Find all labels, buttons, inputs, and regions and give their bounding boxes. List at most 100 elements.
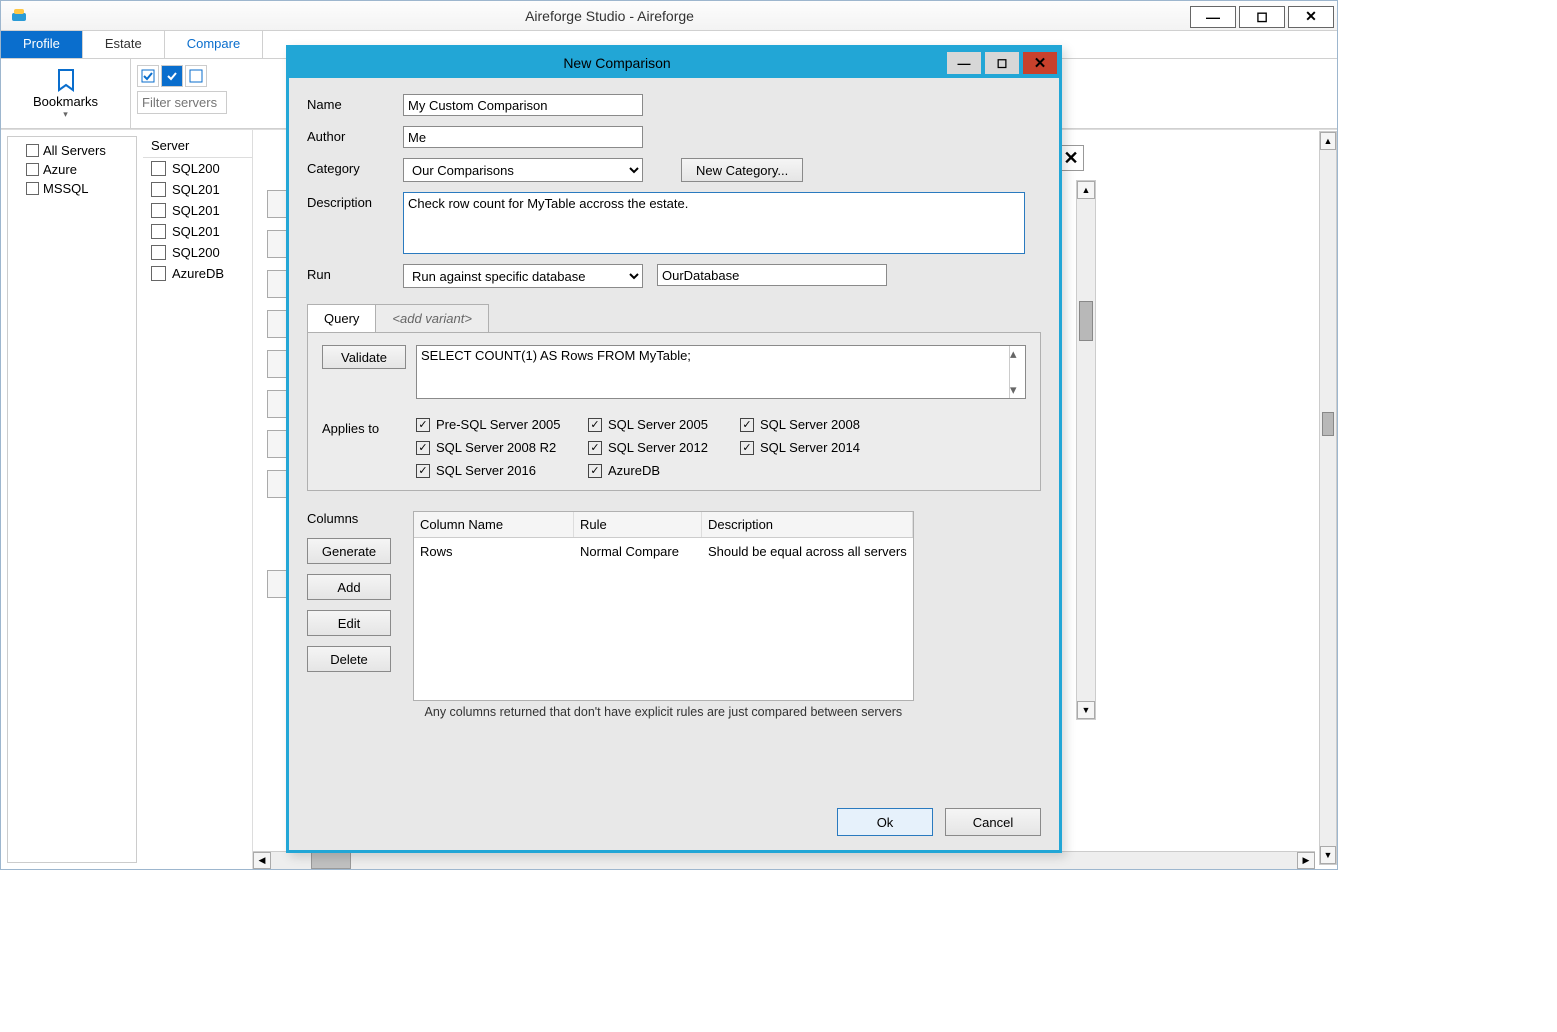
checkbox-icon[interactable]: ✓ (740, 418, 754, 432)
dialog-close-button[interactable]: ✕ (1023, 52, 1057, 74)
server-groups-tree: All Servers Azure MSSQL (7, 136, 137, 863)
author-input[interactable] (403, 126, 643, 148)
uncheck-all-icon[interactable] (185, 65, 207, 87)
run-database-input[interactable] (657, 264, 887, 286)
scroll-thumb[interactable] (1079, 301, 1093, 341)
checkbox-icon[interactable]: ✓ (588, 441, 602, 455)
checkbox-icon[interactable]: ✓ (588, 418, 602, 432)
table-row[interactable]: Rows Normal Compare Should be equal acro… (414, 538, 913, 565)
column-header-rule[interactable]: Rule (574, 512, 702, 537)
checkbox-icon[interactable] (151, 245, 166, 260)
server-list-header: Server (143, 134, 252, 158)
checkbox-icon[interactable] (151, 182, 166, 197)
list-item[interactable]: SQL201 (143, 221, 252, 242)
add-button[interactable]: Add (307, 574, 391, 600)
main-minimize-button[interactable]: — (1190, 6, 1236, 28)
scroll-right-icon[interactable]: ▶ (1297, 852, 1315, 869)
checkbox-icon[interactable]: ✓ (588, 464, 602, 478)
scroll-thumb[interactable] (311, 852, 351, 869)
list-item[interactable]: SQL200 (143, 158, 252, 179)
dialog-title: New Comparison (289, 55, 945, 71)
tab-profile[interactable]: Profile (1, 31, 83, 58)
checkbox-icon[interactable] (151, 161, 166, 176)
tree-item[interactable]: All Servers (8, 141, 136, 160)
applies-option[interactable]: ✓SQL Server 2008 (740, 417, 890, 432)
checkbox-icon[interactable]: ✓ (740, 441, 754, 455)
tab-compare[interactable]: Compare (165, 31, 263, 58)
applies-option[interactable]: ✓Pre-SQL Server 2005 (416, 417, 586, 432)
generate-button[interactable]: Generate (307, 538, 391, 564)
list-item[interactable]: SQL201 (143, 200, 252, 221)
scroll-left-icon[interactable]: ◀ (253, 852, 271, 869)
ok-button[interactable]: Ok (837, 808, 933, 836)
scroll-down-icon[interactable]: ▼ (1077, 701, 1095, 719)
checkbox-icon[interactable] (26, 182, 39, 195)
list-item[interactable]: SQL201 (143, 179, 252, 200)
main-close-button[interactable]: ✕ (1288, 6, 1334, 28)
applies-option[interactable]: ✓AzureDB (588, 463, 738, 478)
applies-to-options: ✓Pre-SQL Server 2005 ✓SQL Server 2005 ✓S… (416, 417, 890, 478)
validate-button[interactable]: Validate (322, 345, 406, 369)
query-tab-pane: Validate SELECT COUNT(1) AS Rows FROM My… (307, 332, 1041, 491)
toggle-icon[interactable] (161, 65, 183, 87)
columns-hint: Any columns returned that don't have exp… (413, 705, 914, 719)
chevron-down-icon: ▾ (63, 109, 68, 120)
checkbox-icon[interactable] (26, 163, 39, 176)
applies-to-label: Applies to (322, 417, 406, 478)
dialog-maximize-button[interactable]: ◻ (985, 52, 1019, 74)
checkbox-icon[interactable] (151, 224, 166, 239)
vertical-scrollbar[interactable]: ▲ ▼ (1319, 131, 1337, 865)
main-maximize-button[interactable]: ◻ (1239, 6, 1285, 28)
horizontal-scrollbar[interactable]: ◀ ▶ (253, 851, 1315, 869)
new-comparison-dialog: New Comparison — ◻ ✕ Name Author Categor… (286, 45, 1062, 853)
delete-button[interactable]: Delete (307, 646, 391, 672)
checkbox-icon[interactable] (26, 144, 39, 157)
query-scrollbar[interactable]: ▴▾ (1009, 346, 1025, 398)
applies-option[interactable]: ✓SQL Server 2005 (588, 417, 738, 432)
name-input[interactable] (403, 94, 643, 116)
query-input[interactable]: SELECT COUNT(1) AS Rows FROM MyTable; ▴▾ (416, 345, 1026, 399)
new-category-button[interactable]: New Category... (681, 158, 803, 182)
applies-option[interactable]: ✓SQL Server 2014 (740, 440, 890, 455)
list-item[interactable]: SQL200 (143, 242, 252, 263)
dialog-minimize-button[interactable]: — (947, 52, 981, 74)
server-list: Server SQL200 SQL201 SQL201 SQL201 SQL20… (143, 130, 253, 869)
description-input[interactable]: Check row count for MyTable accross the … (403, 192, 1025, 254)
tree-item[interactable]: MSSQL (8, 179, 136, 198)
filter-servers-input[interactable] (137, 91, 227, 114)
applies-option[interactable]: ✓SQL Server 2008 R2 (416, 440, 586, 455)
tab-estate[interactable]: Estate (83, 31, 165, 58)
scroll-up-icon[interactable]: ▲ (1320, 132, 1336, 150)
tree-item[interactable]: Azure (8, 160, 136, 179)
tab-add-variant[interactable]: <add variant> (375, 304, 489, 332)
name-label: Name (307, 94, 399, 112)
cancel-button[interactable]: Cancel (945, 808, 1041, 836)
bookmarks-button[interactable]: Bookmarks ▾ (1, 59, 131, 128)
columns-label: Columns (307, 511, 399, 528)
description-label: Description (307, 192, 399, 210)
author-label: Author (307, 126, 399, 144)
checkbox-icon[interactable]: ✓ (416, 418, 430, 432)
check-all-icon[interactable] (137, 65, 159, 87)
edit-button[interactable]: Edit (307, 610, 391, 636)
panel-scrollbar[interactable]: ▲ ▼ (1076, 180, 1096, 720)
applies-option[interactable]: ✓SQL Server 2012 (588, 440, 738, 455)
checkbox-icon[interactable]: ✓ (416, 464, 430, 478)
main-window-title: Aireforge Studio - Aireforge (29, 8, 1190, 24)
scroll-thumb[interactable] (1322, 412, 1334, 436)
column-header-name[interactable]: Column Name (414, 512, 574, 537)
category-select[interactable]: Our Comparisons (403, 158, 643, 182)
tab-query[interactable]: Query (307, 304, 376, 332)
column-header-desc[interactable]: Description (702, 512, 913, 537)
applies-option[interactable]: ✓SQL Server 2016 (416, 463, 586, 478)
run-mode-select[interactable]: Run against specific database (403, 264, 643, 288)
app-icon (9, 6, 29, 26)
checkbox-icon[interactable] (151, 266, 166, 281)
dialog-titlebar: New Comparison — ◻ ✕ (289, 48, 1059, 78)
scroll-up-icon[interactable]: ▲ (1077, 181, 1095, 199)
checkbox-icon[interactable]: ✓ (416, 441, 430, 455)
main-titlebar: Aireforge Studio - Aireforge — ◻ ✕ (1, 1, 1337, 31)
checkbox-icon[interactable] (151, 203, 166, 218)
scroll-down-icon[interactable]: ▼ (1320, 846, 1336, 864)
list-item[interactable]: AzureDB (143, 263, 252, 284)
